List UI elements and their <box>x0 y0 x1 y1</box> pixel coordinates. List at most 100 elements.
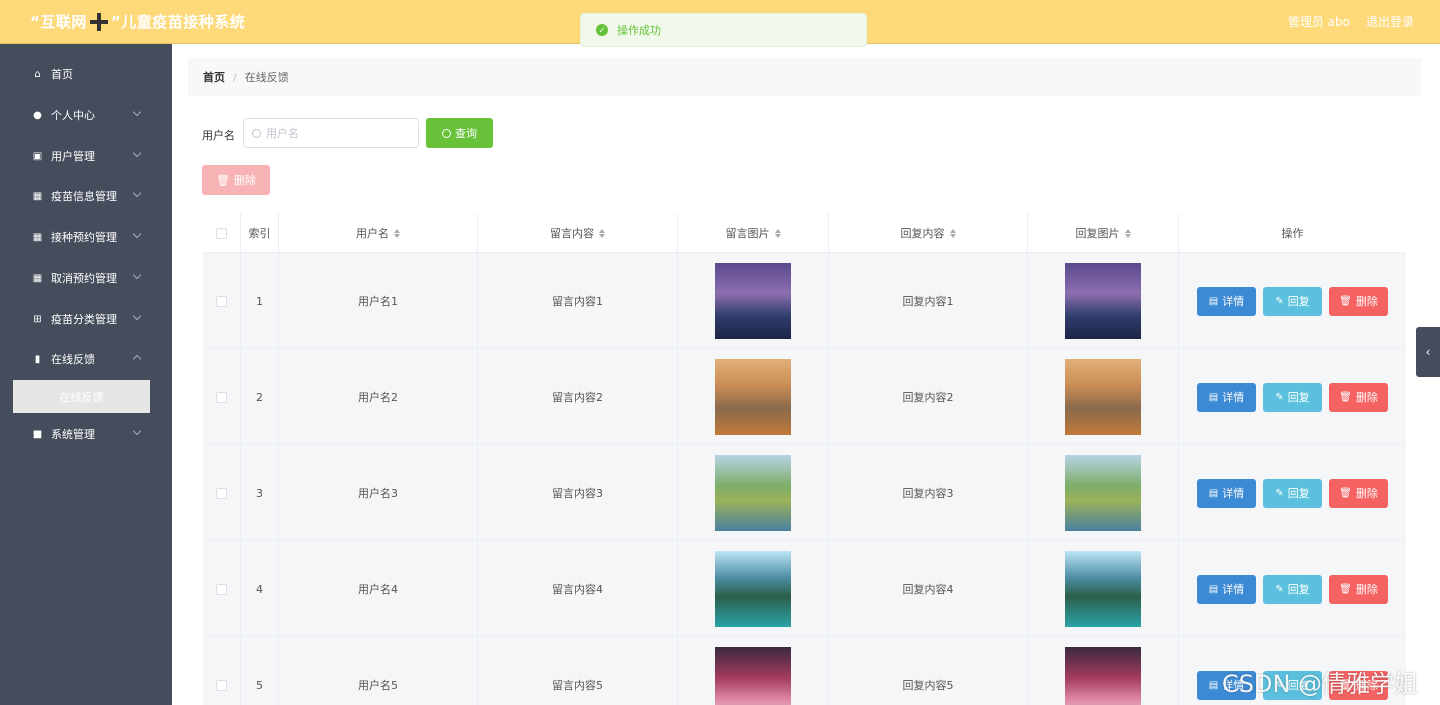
reply-button[interactable]: ✎ 回复 <box>1263 478 1322 508</box>
detail-button[interactable]: ▤ 详情 <box>1197 574 1256 604</box>
breadcrumb-separator: / <box>233 70 237 84</box>
row-reply: 回复内容5 <box>829 637 1028 705</box>
sidebar-item-label: 疫苗信息管理 <box>51 190 117 203</box>
delete-button[interactable]: 🗑 删除 <box>1329 286 1388 316</box>
sidebar-item-cancel-appointment[interactable]: ▦ 取消预约管理 <box>0 258 172 298</box>
message-image[interactable] <box>715 455 791 531</box>
delete-label: 删除 <box>1355 391 1378 404</box>
reply-button[interactable]: ✎ 回复 <box>1263 286 1322 316</box>
search-button[interactable]: 查询 <box>426 118 493 148</box>
header-username[interactable]: 用户名 <box>279 213 478 253</box>
header-actions: 操作 <box>1179 213 1406 253</box>
detail-button[interactable]: ▤ 详情 <box>1197 382 1256 412</box>
header-checkbox-cell <box>203 213 241 253</box>
header-reply[interactable]: 回复内容 <box>829 213 1028 253</box>
chevron-down-icon <box>132 229 142 239</box>
delete-button[interactable]: 🗑 删除 <box>1329 478 1388 508</box>
message-image[interactable] <box>715 359 791 435</box>
logout-link[interactable]: 退出登录 <box>1366 13 1414 30</box>
sidebar-item-feedback[interactable]: ▮ 在线反馈 <box>0 339 172 379</box>
chevron-down-icon <box>132 426 142 436</box>
detail-button[interactable]: ▤ 详情 <box>1197 478 1256 508</box>
batch-delete-button[interactable]: 🗑 删除 <box>202 165 270 195</box>
sidebar-subitem-feedback[interactable]: 在线反馈 <box>13 380 150 413</box>
sidebar-item-label: 取消预约管理 <box>51 272 117 285</box>
admin-user-label[interactable]: 管理员 abo <box>1288 13 1350 30</box>
row-actions: ▤ 详情 ✎ 回复 🗑 删除 <box>1179 541 1406 637</box>
sort-icon[interactable] <box>1124 228 1131 238</box>
sidebar-item-system[interactable]: ■ 系统管理 <box>0 414 172 454</box>
breadcrumb-home[interactable]: 首页 <box>203 69 225 85</box>
sidebar-item-personal-center[interactable]: ● 个人中心 <box>0 95 172 135</box>
row-checkbox[interactable] <box>216 295 227 307</box>
select-all-checkbox[interactable] <box>216 227 227 239</box>
sidebar-item-label: 疫苗分类管理 <box>51 313 117 326</box>
row-checkbox-cell <box>203 445 241 541</box>
row-checkbox-cell <box>203 541 241 637</box>
message-image[interactable] <box>715 551 791 627</box>
reply-image[interactable] <box>1065 647 1141 705</box>
home-icon: ⌂ <box>34 68 41 80</box>
table-header: 索引 用户名 留言内容 留言图片 回复内容 回复图片 操作 <box>203 213 1406 253</box>
batch-delete-label: 删除 <box>233 174 256 187</box>
toast-message: 操作成功 <box>617 24 661 37</box>
row-checkbox[interactable] <box>216 487 227 499</box>
sort-icon[interactable] <box>949 228 956 238</box>
panel-toggle-button[interactable]: ‹ <box>1416 327 1440 377</box>
row-username: 用户名2 <box>279 349 478 445</box>
row-reply-image-cell <box>1028 253 1179 349</box>
reply-button[interactable]: ✎ 回复 <box>1263 574 1322 604</box>
sidebar-item-label: 个人中心 <box>51 109 95 122</box>
sort-icon[interactable] <box>394 228 400 238</box>
row-index: 2 <box>241 349 279 445</box>
row-checkbox[interactable] <box>216 679 227 691</box>
row-reply-image-cell <box>1028 349 1179 445</box>
detail-label: 详情 <box>1222 487 1245 500</box>
apps-icon: ⊞ <box>33 313 42 325</box>
sidebar-item-vaccine-info[interactable]: ▦ 疫苗信息管理 <box>0 176 172 216</box>
row-reply: 回复内容4 <box>829 541 1028 637</box>
sidebar-item-home[interactable]: ⌂ 首页 <box>0 54 172 94</box>
row-index: 3 <box>241 445 279 541</box>
table-row: 2 用户名2 留言内容2 回复内容2 ▤ 详情 ✎ 回复 🗑 删除 <box>203 349 1406 445</box>
row-reply: 回复内容3 <box>829 445 1028 541</box>
header-index: 索引 <box>241 213 279 253</box>
sidebar-item-label: 接种预约管理 <box>51 231 117 244</box>
header-label: 留言内容 <box>550 227 594 240</box>
sort-icon[interactable] <box>774 228 781 238</box>
row-index: 1 <box>241 253 279 349</box>
header-message[interactable]: 留言内容 <box>478 213 678 253</box>
sidebar-item-appointment[interactable]: ▦ 接种预约管理 <box>0 217 172 257</box>
reply-image[interactable] <box>1065 551 1141 627</box>
message-image[interactable] <box>715 263 791 339</box>
reply-label: 回复 <box>1287 583 1310 596</box>
row-checkbox-cell <box>203 349 241 445</box>
header-reply-image[interactable]: 回复图片 <box>1028 213 1179 253</box>
row-checkbox[interactable] <box>216 583 227 595</box>
sort-icon[interactable] <box>599 228 605 238</box>
sidebar-item-vaccine-category[interactable]: ⊞ 疫苗分类管理 <box>0 299 172 339</box>
reply-image[interactable] <box>1065 359 1141 435</box>
row-checkbox-cell <box>203 253 241 349</box>
chevron-down-icon <box>132 107 142 117</box>
check-circle-icon: ✓ <box>596 24 608 36</box>
row-index: 4 <box>241 541 279 637</box>
delete-button[interactable]: 🗑 删除 <box>1329 574 1388 604</box>
row-username: 用户名5 <box>279 637 478 705</box>
header-message-image[interactable]: 留言图片 <box>678 213 829 253</box>
detail-button[interactable]: ▤ 详情 <box>1197 286 1256 316</box>
breadcrumb-current: 在线反馈 <box>244 71 289 84</box>
reply-image[interactable] <box>1065 263 1141 339</box>
reply-image[interactable] <box>1065 455 1141 531</box>
row-reply-image-cell <box>1028 541 1179 637</box>
reply-button[interactable]: ✎ 回复 <box>1263 382 1322 412</box>
delete-label: 删除 <box>1355 583 1378 596</box>
message-image[interactable] <box>715 647 791 705</box>
row-checkbox[interactable] <box>216 391 227 403</box>
bar-chart-icon: ▮ <box>34 353 41 365</box>
delete-button[interactable]: 🗑 删除 <box>1329 382 1388 412</box>
chevron-down-icon <box>132 270 142 280</box>
sidebar-item-user-management[interactable]: ▣ 用户管理 <box>0 136 172 176</box>
search-input[interactable]: 用户名 <box>243 118 419 148</box>
app-title-suffix: ”儿童疫苗接种系统 <box>110 13 246 31</box>
